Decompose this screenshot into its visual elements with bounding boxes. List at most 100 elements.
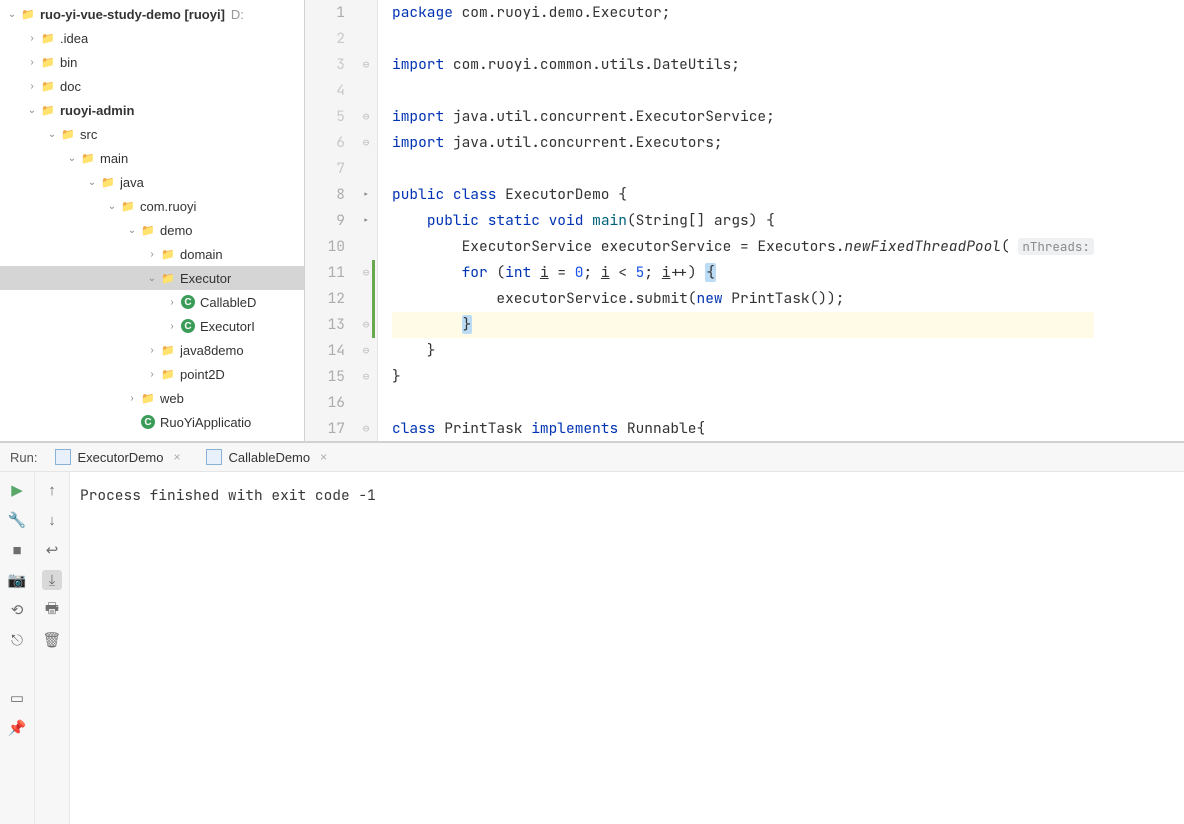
code-line[interactable] <box>392 78 1094 104</box>
console-output[interactable]: Process finished with exit code -1 <box>70 472 1184 824</box>
tree-label: .idea <box>60 31 88 46</box>
tree-label: ruo-yi-vue-study-demo [ruoyi] <box>40 7 225 22</box>
tree-node-java[interactable]: ⌄📁java <box>0 170 304 194</box>
tree-arrow-icon[interactable]: › <box>144 249 160 260</box>
scroll-to-end-icon[interactable]: ⤓ <box>42 570 62 590</box>
tree-node-point2d[interactable]: ›📁point2D <box>0 362 304 386</box>
exit-icon[interactable]: ⎋ <box>7 630 27 650</box>
fold-icon[interactable]: ▸ <box>363 188 370 202</box>
tree-node-executori[interactable]: ›CExecutorI <box>0 314 304 338</box>
tree-arrow-icon[interactable]: ⌄ <box>24 105 40 116</box>
code-line[interactable]: } <box>392 312 1094 338</box>
tree-trail: D: <box>231 7 244 22</box>
tree-label: com.ruoyi <box>140 199 196 214</box>
gutter-line-numbers: 1234567891011121314151617 <box>305 0 355 441</box>
tree-arrow-icon[interactable]: ⌄ <box>64 153 80 164</box>
tree-node--idea[interactable]: ›📁.idea <box>0 26 304 50</box>
code-line[interactable]: ExecutorService executorService = Execut… <box>392 234 1094 260</box>
tree-label: bin <box>60 55 77 70</box>
tree-arrow-icon[interactable]: › <box>24 81 40 92</box>
code-area[interactable]: package com.ruoyi.demo.Executor; import … <box>378 0 1094 441</box>
soft-wrap-icon[interactable]: ↩ <box>42 540 62 560</box>
code-line[interactable]: public class ExecutorDemo { <box>392 182 1094 208</box>
tree-arrow-icon[interactable]: › <box>24 33 40 44</box>
rerun-icon[interactable]: ▶ <box>7 480 27 500</box>
tree-arrow-icon[interactable]: ⌄ <box>104 201 120 212</box>
tree-node-main[interactable]: ⌄📁main <box>0 146 304 170</box>
project-tree[interactable]: ⌄📁ruo-yi-vue-study-demo [ruoyi]D:›📁.idea… <box>0 0 305 441</box>
wrench-icon[interactable]: 🔧 <box>7 510 27 530</box>
tree-node-demo[interactable]: ⌄📁demo <box>0 218 304 242</box>
down-icon[interactable]: ↓ <box>42 510 62 530</box>
code-line[interactable]: } <box>392 338 1094 364</box>
tree-arrow-icon[interactable]: ⌄ <box>44 129 60 140</box>
code-line[interactable]: public static void main(String[] args) { <box>392 208 1094 234</box>
code-line[interactable] <box>392 390 1094 416</box>
restart-icon[interactable]: ⟲ <box>7 600 27 620</box>
run-toolbar-primary: ▶ 🔧 ■ 📷 ⟲ ⎋ ▭ 📌 <box>0 472 35 824</box>
run-tool-window: Run: ExecutorDemo × CallableDemo × ▶ 🔧 ■… <box>0 442 1184 824</box>
tree-arrow-icon[interactable]: › <box>144 369 160 380</box>
up-icon[interactable]: ↑ <box>42 480 62 500</box>
code-line[interactable]: import java.util.concurrent.Executors; <box>392 130 1094 156</box>
tree-arrow-icon[interactable]: ⌄ <box>144 273 160 284</box>
tree-node-web[interactable]: ›📁web <box>0 386 304 410</box>
code-line[interactable]: package com.ruoyi.demo.Executor; <box>392 0 1094 26</box>
tree-label: main <box>100 151 128 166</box>
tree-node-doc[interactable]: ›📁doc <box>0 74 304 98</box>
gutter-fold-column[interactable]: ⊖ ⊖⊖ ▸▸ ⊖ ⊖⊖⊖ ⊖ <box>355 0 377 441</box>
pin-icon[interactable]: 📌 <box>7 718 27 738</box>
code-line[interactable]: } <box>392 364 1094 390</box>
code-line[interactable] <box>392 156 1094 182</box>
code-line[interactable] <box>392 26 1094 52</box>
tree-label: ExecutorI <box>200 319 255 334</box>
code-editor[interactable]: 1234567891011121314151617 ⊖ ⊖⊖ ▸▸ ⊖ ⊖⊖⊖ … <box>305 0 1184 441</box>
tree-arrow-icon[interactable]: › <box>164 321 180 332</box>
tree-arrow-icon[interactable]: › <box>124 393 140 404</box>
tree-node-bin[interactable]: ›📁bin <box>0 50 304 74</box>
fold-icon[interactable]: ▸ <box>363 214 370 228</box>
tree-node-ruo-yi-vue-study-demo-ruoyi-[interactable]: ⌄📁ruo-yi-vue-study-demo [ruoyi]D: <box>0 2 304 26</box>
close-icon[interactable]: × <box>173 450 180 464</box>
tree-node-src[interactable]: ⌄📁src <box>0 122 304 146</box>
tree-node-java8demo[interactable]: ›📁java8demo <box>0 338 304 362</box>
code-line[interactable]: import com.ruoyi.common.utils.DateUtils; <box>392 52 1094 78</box>
run-toolbar-secondary: ↑ ↓ ↩ ⤓ 🖶 🗑 <box>35 472 70 824</box>
tree-arrow-icon[interactable]: ⌄ <box>4 9 20 20</box>
run-config-icon <box>55 449 71 465</box>
tree-label: Executor <box>180 271 231 286</box>
delete-icon[interactable]: 🗑 <box>42 630 62 650</box>
run-tab-label: CallableDemo <box>228 450 310 465</box>
tree-label: demo <box>160 223 193 238</box>
tree-arrow-icon[interactable]: › <box>144 345 160 356</box>
tree-label: doc <box>60 79 81 94</box>
layout-icon[interactable]: ▭ <box>7 688 27 708</box>
tree-node-domain[interactable]: ›📁domain <box>0 242 304 266</box>
tree-label: java <box>120 175 144 190</box>
tree-arrow-icon[interactable]: › <box>24 57 40 68</box>
tree-node-com-ruoyi[interactable]: ⌄📁com.ruoyi <box>0 194 304 218</box>
tree-label: web <box>160 391 184 406</box>
print-icon[interactable]: 🖶 <box>42 600 62 620</box>
code-line[interactable]: executorService.submit(new PrintTask()); <box>392 286 1094 312</box>
stop-icon[interactable]: ■ <box>7 540 27 560</box>
tree-node-executor[interactable]: ⌄📁Executor <box>0 266 304 290</box>
run-tab-executordemo[interactable]: ExecutorDemo × <box>47 443 188 471</box>
tree-arrow-icon[interactable]: ⌄ <box>124 225 140 236</box>
tree-label: CallableD <box>200 295 256 310</box>
tree-label: domain <box>180 247 223 262</box>
run-tab-label: ExecutorDemo <box>77 450 163 465</box>
close-icon[interactable]: × <box>320 450 327 464</box>
dump-threads-icon[interactable]: 📷 <box>7 570 27 590</box>
tree-arrow-icon[interactable]: ⌄ <box>84 177 100 188</box>
tree-node-ruoyiapplicatio[interactable]: CRuoYiApplicatio <box>0 410 304 434</box>
code-line[interactable]: import java.util.concurrent.ExecutorServ… <box>392 104 1094 130</box>
tree-label: ruoyi-admin <box>60 103 134 118</box>
code-line[interactable]: class PrintTask implements Runnable{ <box>392 416 1094 441</box>
tree-arrow-icon[interactable]: › <box>164 297 180 308</box>
run-tab-callabledemo[interactable]: CallableDemo × <box>198 443 335 471</box>
tree-label: RuoYiApplicatio <box>160 415 251 430</box>
tree-node-callabled[interactable]: ›CCallableD <box>0 290 304 314</box>
tree-node-ruoyi-admin[interactable]: ⌄📁ruoyi-admin <box>0 98 304 122</box>
code-line[interactable]: for (int i = 0; i < 5; i++) { <box>392 260 1094 286</box>
